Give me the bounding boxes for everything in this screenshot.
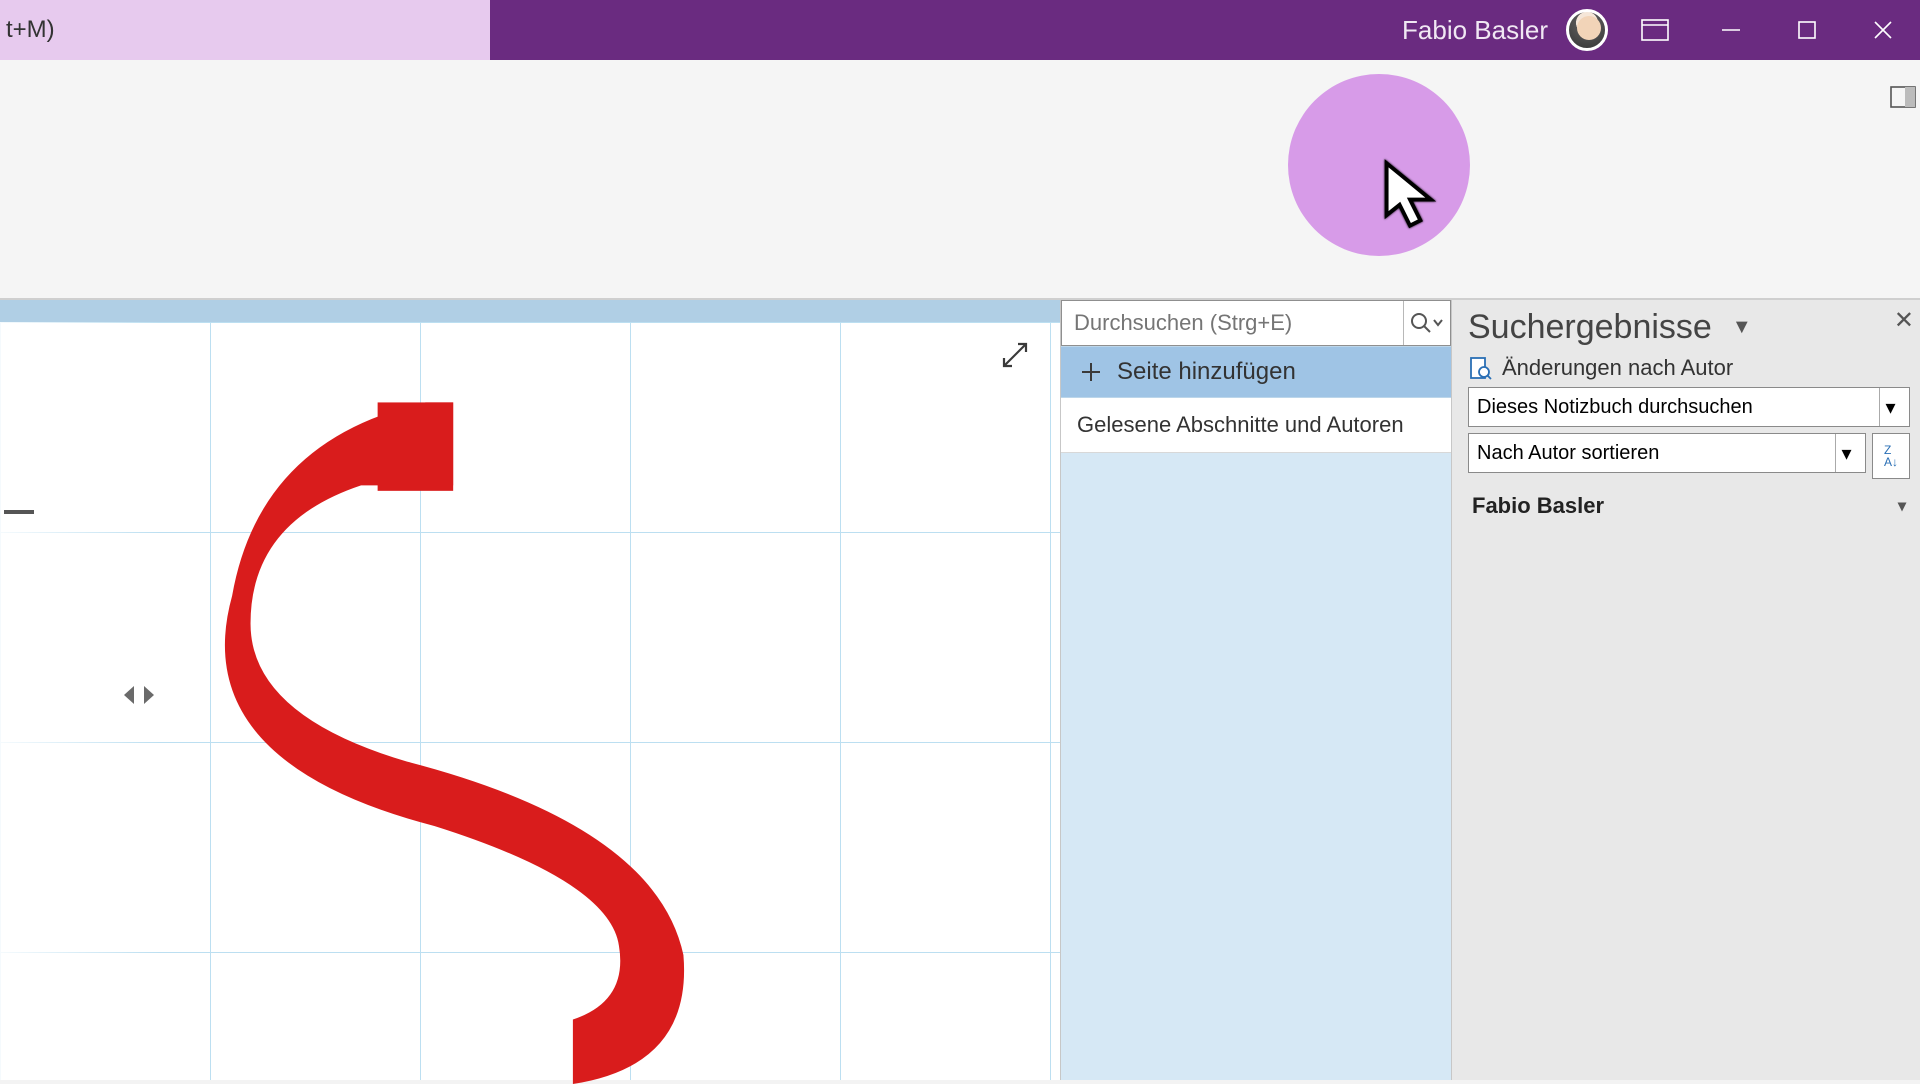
search-scope-dropdown[interactable]: Dieses Notizbuch durchsuchen ▾ — [1468, 387, 1910, 427]
sort-az-icon: ZA↓ — [1884, 444, 1898, 468]
titlebar-spacer — [490, 0, 1402, 60]
search-input[interactable] — [1062, 310, 1403, 336]
main-area: Seite hinzufügen Gelesene Abschnitte und… — [0, 300, 1920, 1080]
search-button[interactable] — [1403, 301, 1450, 345]
search-icon — [1410, 312, 1432, 334]
add-page-label: Seite hinzufügen — [1117, 358, 1296, 386]
changes-by-author-row[interactable]: Änderungen nach Autor — [1468, 351, 1910, 387]
ribbon-shortcut-hint: t+M) — [0, 0, 490, 60]
avatar[interactable] — [1566, 9, 1608, 51]
user-name[interactable]: Fabio Basler — [1402, 15, 1548, 46]
ribbon-area — [0, 60, 1920, 300]
chevron-down-icon[interactable] — [1432, 312, 1444, 334]
canvas-area[interactable] — [0, 300, 1060, 1080]
chevron-down-icon[interactable]: ▾ — [1898, 496, 1906, 516]
chevron-down-icon[interactable]: ▾ — [1835, 434, 1857, 472]
page-list-item[interactable]: Gelesene Abschnitte und Autoren — [1061, 398, 1451, 453]
minimize-button[interactable] — [1702, 0, 1760, 60]
cursor-pointer-icon — [1378, 158, 1442, 241]
search-box[interactable] — [1061, 300, 1451, 346]
history-forward-icon[interactable] — [140, 684, 156, 706]
sort-az-button[interactable]: ZA↓ — [1872, 433, 1910, 479]
history-back-icon[interactable] — [122, 684, 138, 706]
search-results-pane: ✕ Suchergebnisse ▼ Änderungen nach Autor… — [1452, 300, 1920, 1080]
close-pane-button[interactable]: ✕ — [1894, 306, 1914, 335]
chevron-down-icon[interactable]: ▼ — [1732, 316, 1752, 339]
maximize-button[interactable] — [1778, 0, 1836, 60]
pages-empty-area — [1061, 453, 1451, 1080]
section-tab-bar[interactable] — [0, 300, 1060, 322]
author-name: Fabio Basler — [1472, 493, 1604, 519]
author-group[interactable]: Fabio Basler ▾ — [1468, 479, 1910, 525]
expand-icon[interactable] — [998, 338, 1032, 377]
changes-by-author-label: Änderungen nach Autor — [1502, 355, 1733, 381]
page-search-icon — [1468, 356, 1492, 380]
add-page-button[interactable]: Seite hinzufügen — [1061, 346, 1451, 398]
dock-pane-icon[interactable] — [1890, 86, 1916, 113]
results-title-row: Suchergebnisse ▼ — [1468, 306, 1910, 351]
titlebar: t+M) Fabio Basler — [0, 0, 1920, 60]
search-scope-value: Dieses Notizbuch durchsuchen — [1477, 396, 1753, 419]
ink-drawing-s[interactable] — [200, 384, 780, 1084]
sort-dropdown[interactable]: Nach Autor sortieren ▾ — [1468, 433, 1866, 473]
pages-pane: Seite hinzufügen Gelesene Abschnitte und… — [1060, 300, 1452, 1080]
sort-dropdown-value: Nach Autor sortieren — [1477, 442, 1659, 465]
titlebar-right: Fabio Basler — [1402, 0, 1920, 60]
plus-icon — [1079, 360, 1103, 384]
close-button[interactable] — [1854, 0, 1912, 60]
chevron-down-icon[interactable]: ▾ — [1879, 388, 1901, 426]
results-title: Suchergebnisse — [1468, 308, 1712, 347]
history-nav-arrows[interactable] — [122, 684, 156, 706]
text-caret-mark — [4, 510, 34, 514]
ribbon-display-options-icon[interactable] — [1626, 0, 1684, 60]
